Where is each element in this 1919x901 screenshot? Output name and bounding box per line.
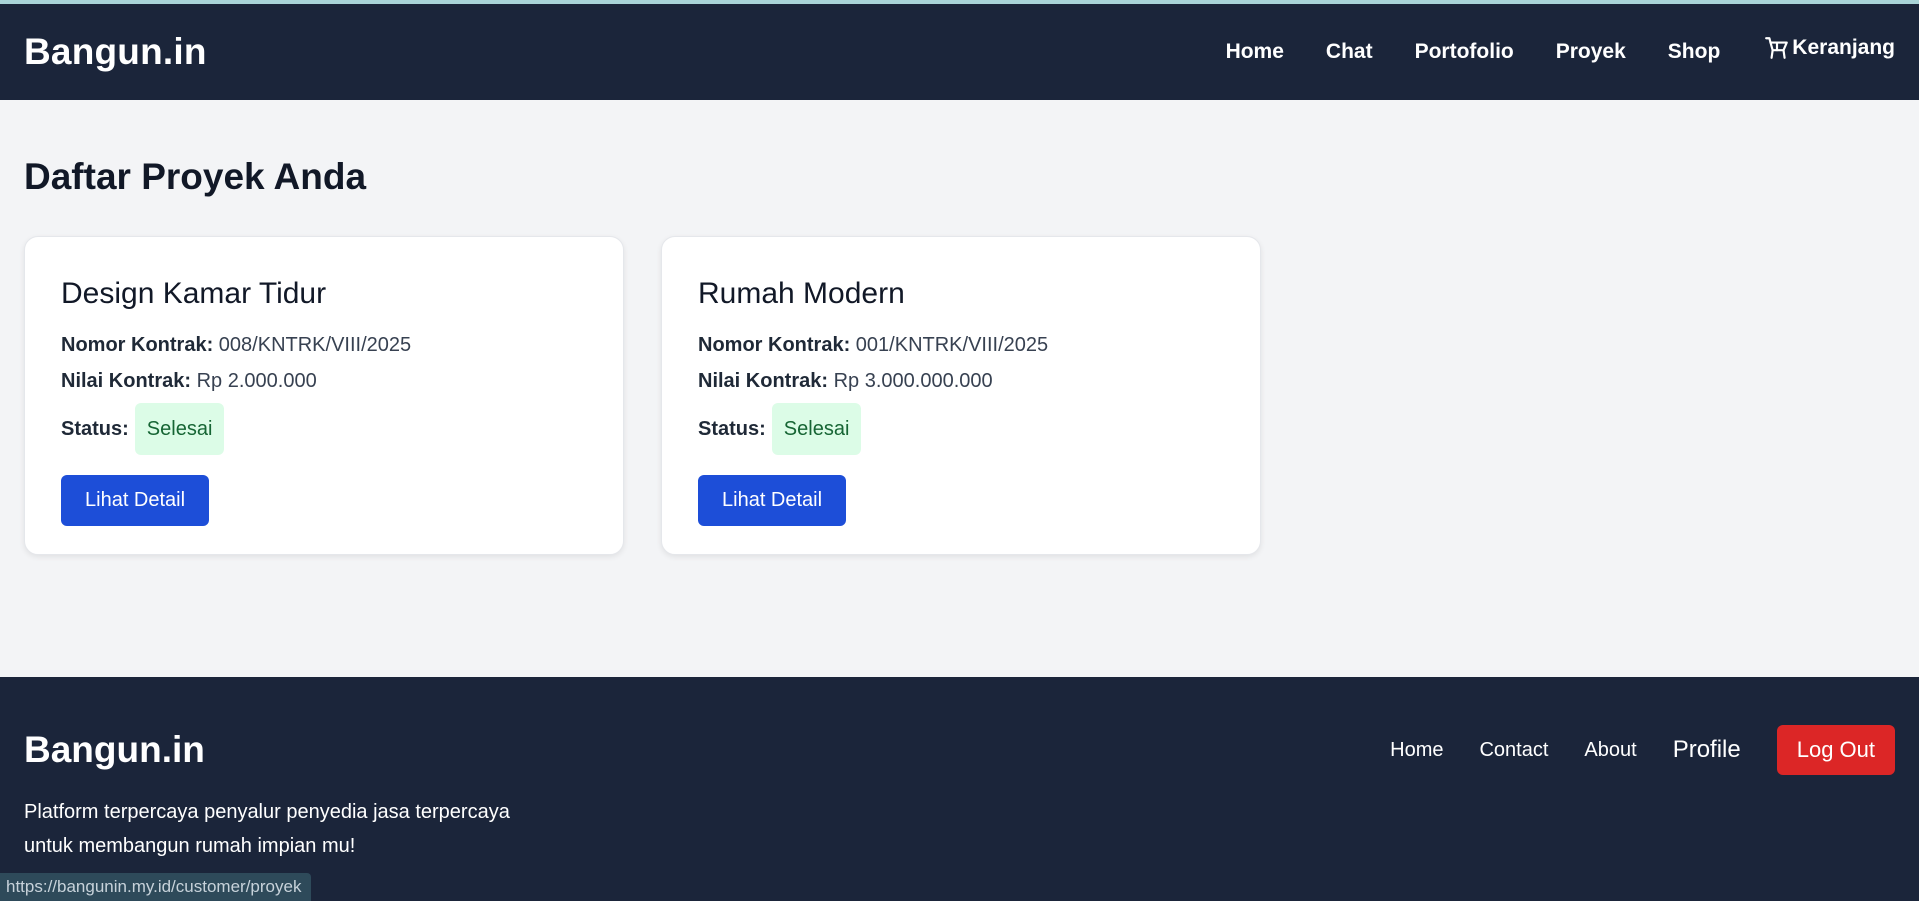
contract-value-row: Nilai Kontrak: Rp 3.000.000.000	[698, 363, 1224, 399]
contract-number: 001/KNTRK/VIII/2025	[855, 334, 1049, 356]
contract-number: 008/KNTRK/VIII/2025	[218, 334, 412, 356]
status-row: Status: Selesai	[61, 403, 587, 455]
footer-link-contact[interactable]: Contact	[1479, 739, 1548, 762]
contract-value: Rp 3.000.000.000	[833, 370, 993, 392]
nav-shop[interactable]: Shop	[1668, 40, 1721, 64]
contract-number-label: Nomor Kontrak:	[698, 334, 851, 356]
contract-value-label: Nilai Kontrak:	[61, 370, 192, 392]
cart-icon	[1765, 37, 1789, 59]
project-title: Design Kamar Tidur	[61, 277, 327, 310]
contract-number-row: Nomor Kontrak: 001/KNTRK/VIII/2025	[698, 327, 1224, 363]
status-label: Status:	[61, 418, 129, 440]
main-content: Daftar Proyek Anda Design Kamar Tidur No…	[0, 100, 1919, 677]
nav-proyek[interactable]: Proyek	[1556, 40, 1626, 64]
project-title: Rumah Modern	[698, 277, 905, 310]
contract-number-label: Nomor Kontrak:	[61, 334, 214, 356]
logout-button[interactable]: Log Out	[1776, 725, 1895, 775]
link-preview-url: https://bangunin.my.id/customer/proyek	[0, 873, 312, 901]
contract-number-row: Nomor Kontrak: 008/KNTRK/VIII/2025	[61, 327, 587, 363]
navbar: Bangun.in Home Chat Portofolio Proyek Sh…	[0, 4, 1919, 100]
project-card: Rumah Modern Nomor Kontrak: 001/KNTRK/VI…	[661, 236, 1261, 555]
footer-link-about[interactable]: About	[1584, 739, 1636, 762]
contract-value: Rp 2.000.000	[196, 370, 317, 392]
status-row: Status: Selesai	[698, 403, 1224, 455]
status-label: Status:	[698, 418, 766, 440]
brand-logo[interactable]: Bangun.in	[24, 31, 207, 73]
footer-links: Home Contact About Profile Log Out	[1354, 725, 1895, 775]
cart-label: Keranjang	[1792, 36, 1895, 59]
nav-cart[interactable]: Keranjang	[1764, 35, 1895, 61]
view-detail-button[interactable]: Lihat Detail	[698, 475, 847, 526]
nav-portofolio[interactable]: Portofolio	[1415, 40, 1514, 64]
view-detail-button[interactable]: Lihat Detail	[61, 475, 210, 526]
nav-home[interactable]: Home	[1226, 40, 1284, 64]
footer-link-profile[interactable]: Profile	[1673, 736, 1741, 764]
contract-value-label: Nilai Kontrak:	[698, 370, 829, 392]
status-badge: Selesai	[771, 403, 862, 455]
footer-tagline: Platform terpercaya penyalur penyedia ja…	[24, 801, 510, 857]
project-list: Design Kamar Tidur Nomor Kontrak: 008/KN…	[24, 236, 1895, 555]
footer-link-home[interactable]: Home	[1390, 739, 1443, 762]
page-title: Daftar Proyek Anda	[24, 156, 367, 197]
nav-links: Home Chat Portofolio Proyek Shop Keranja…	[1184, 36, 1895, 64]
contract-value-row: Nilai Kontrak: Rp 2.000.000	[61, 363, 587, 399]
status-badge: Selesai	[134, 403, 225, 455]
footer: Bangun.in Platform terpercaya penyalur p…	[0, 677, 1919, 901]
project-card: Design Kamar Tidur Nomor Kontrak: 008/KN…	[24, 236, 624, 555]
nav-chat[interactable]: Chat	[1326, 40, 1373, 64]
